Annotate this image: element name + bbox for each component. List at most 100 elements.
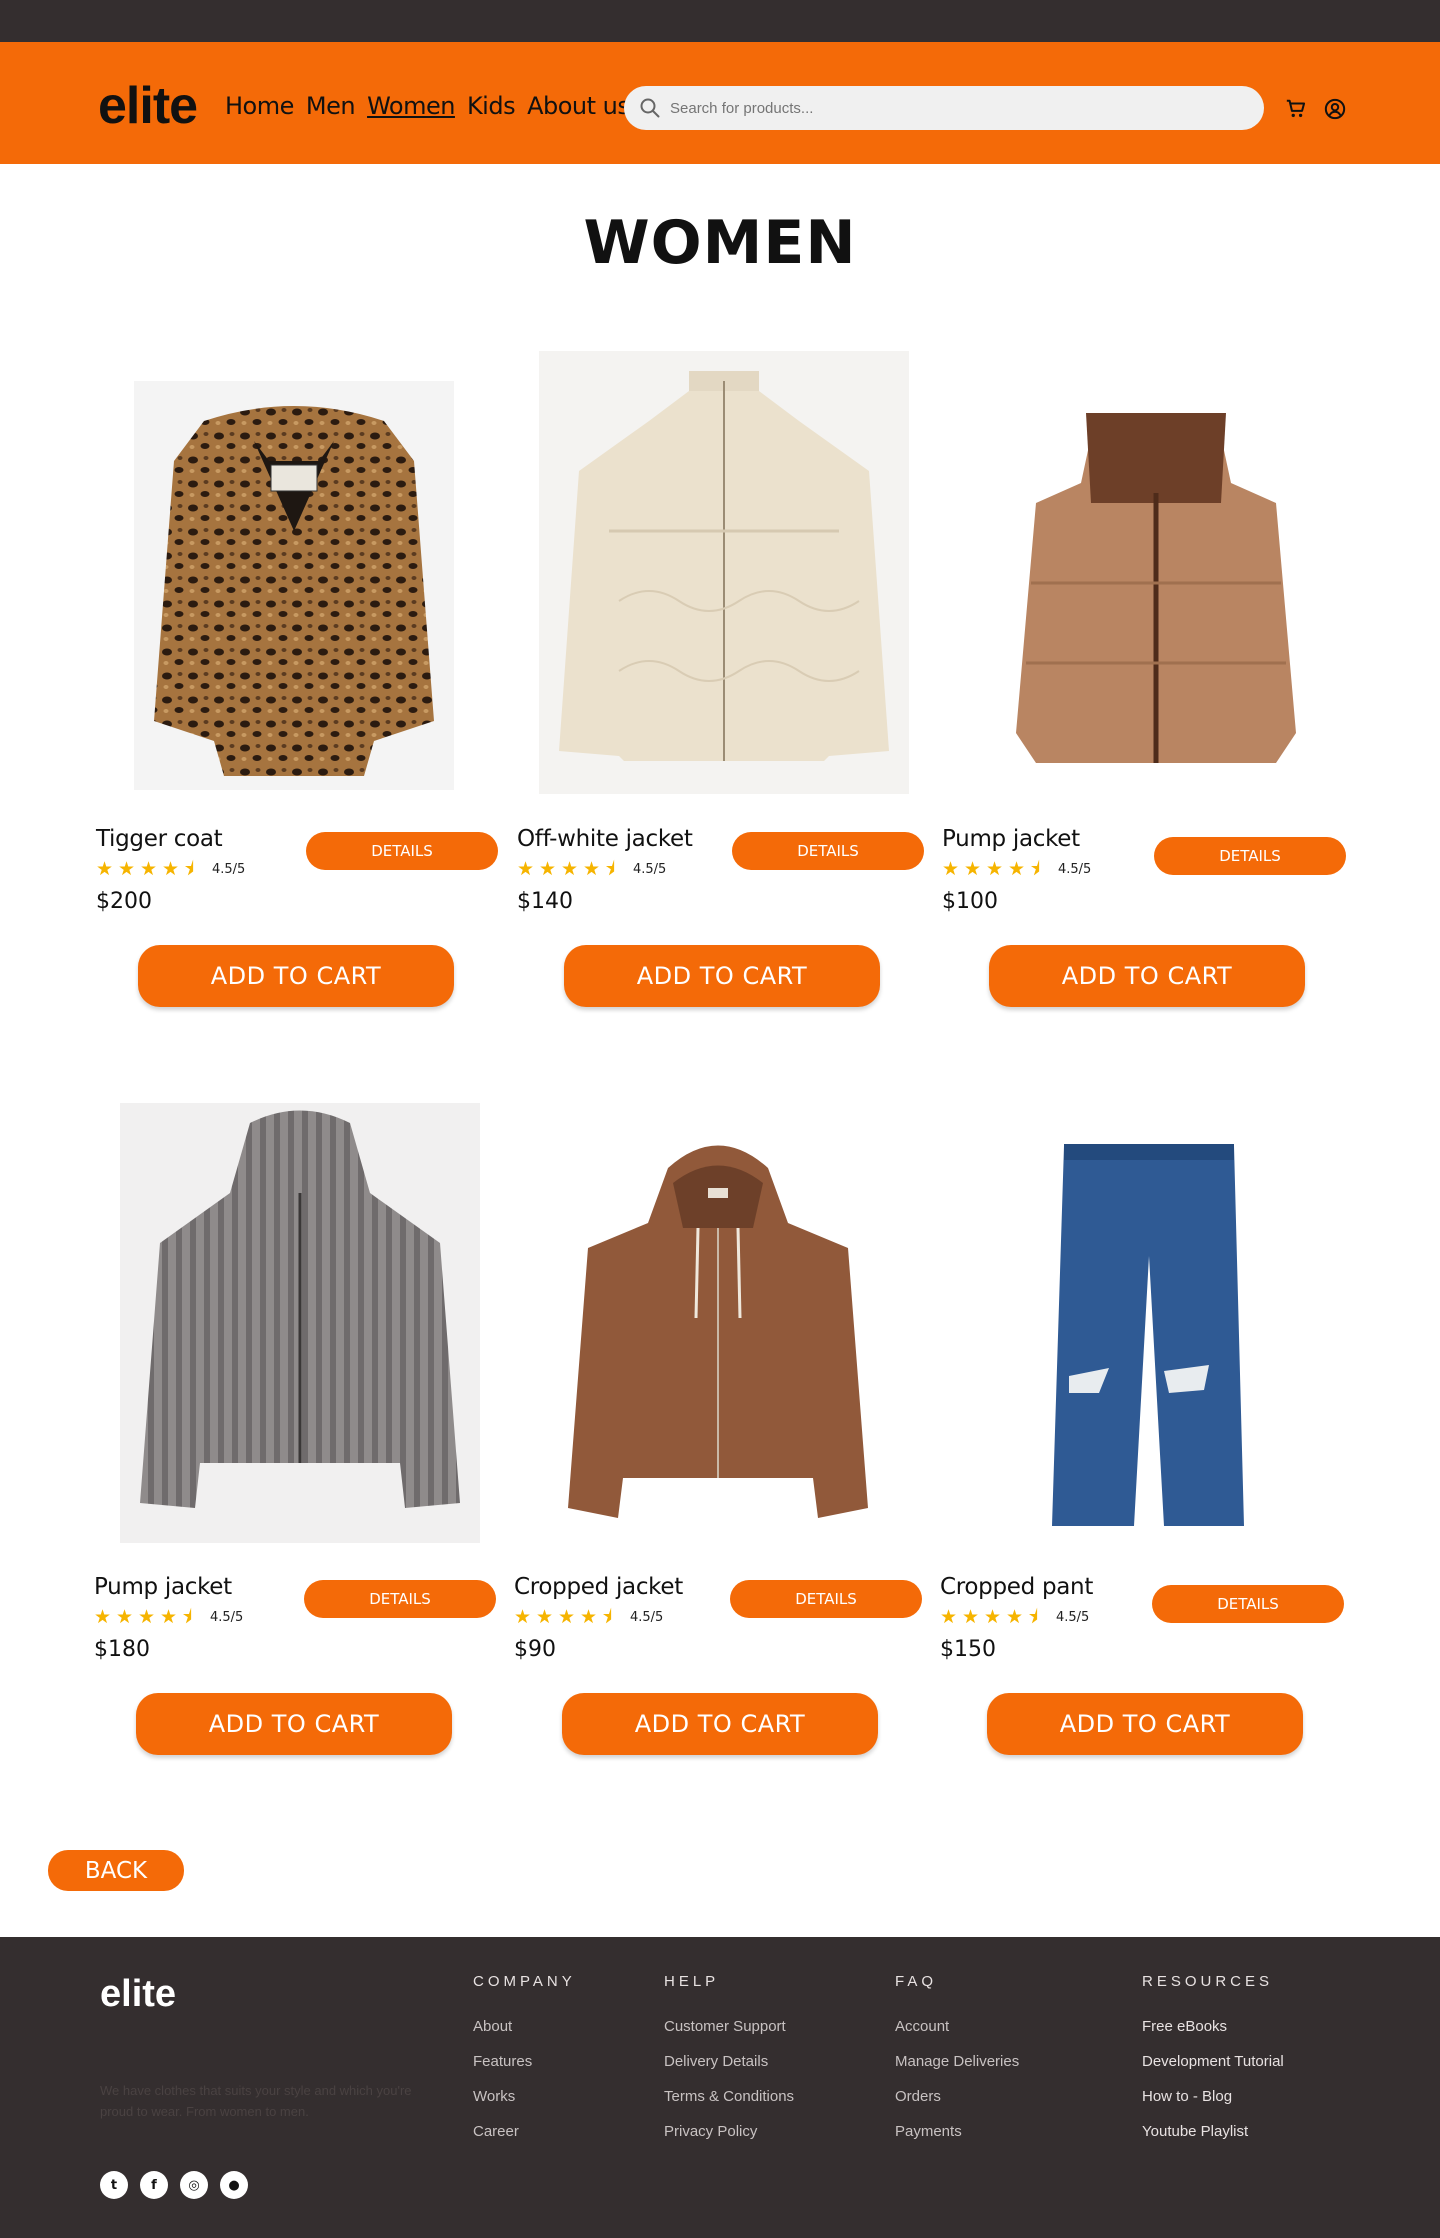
star-icon: ★	[138, 1606, 156, 1628]
instagram-icon[interactable]: ◎	[180, 2171, 208, 2199]
details-button[interactable]: DETAILS	[730, 1580, 922, 1618]
social-links: t f ◎ ●	[100, 2171, 248, 2199]
footer-col-title: RESOURCES	[1142, 1973, 1274, 1990]
star-icon: ★	[140, 858, 158, 880]
star-icon: ★	[558, 1606, 576, 1628]
footer-col-help: HELP Customer Support Delivery Details T…	[664, 1973, 794, 2158]
footer-col-title: COMPANY	[473, 1973, 576, 1990]
footer-link-development-tutorial[interactable]: Development Tutorial	[1142, 2053, 1284, 2070]
star-icon: ★	[1006, 1606, 1024, 1628]
product-image-off-white-jacket[interactable]	[539, 351, 909, 794]
product-name[interactable]: Pump jacket	[94, 1574, 232, 1600]
footer-link-blog[interactable]: How to - Blog	[1142, 2088, 1284, 2105]
cart-icon[interactable]	[1285, 98, 1307, 120]
back-button[interactable]: BACK	[48, 1850, 184, 1891]
github-icon[interactable]: ●	[220, 2171, 248, 2199]
footer-logo[interactable]: elite	[100, 1973, 176, 2016]
footer-col-title: HELP	[664, 1973, 720, 1990]
search-input[interactable]	[670, 99, 1230, 117]
rating-stars: ★ ★ ★ ★ ⯨ 4.5/5	[94, 1606, 244, 1628]
footer-link-orders[interactable]: Orders	[895, 2088, 1019, 2105]
star-icon: ★	[94, 1606, 112, 1628]
nav-about-us[interactable]: About us	[527, 92, 630, 120]
star-icon: ★	[116, 1606, 134, 1628]
nav-women[interactable]: Women	[367, 92, 455, 120]
add-to-cart-button[interactable]: ADD TO CART	[138, 945, 454, 1007]
product-price: $90	[514, 1637, 556, 1662]
add-to-cart-button[interactable]: ADD TO CART	[564, 945, 880, 1007]
half-star-icon: ⯨	[605, 858, 616, 880]
rating-text: 4.5/5	[212, 861, 246, 877]
footer-tagline: We have clothes that suits your style an…	[100, 2083, 412, 2119]
footer-link-about[interactable]: About	[473, 2018, 576, 2035]
footer-link-works[interactable]: Works	[473, 2088, 576, 2105]
star-icon: ★	[96, 858, 114, 880]
footer-link-youtube-playlist[interactable]: Youtube Playlist	[1142, 2123, 1284, 2140]
rating-text: 4.5/5	[630, 1609, 664, 1625]
half-star-icon: ⯨	[182, 1606, 193, 1628]
footer-link-manage-deliveries[interactable]: Manage Deliveries	[895, 2053, 1019, 2070]
product-price: $150	[940, 1637, 996, 1662]
details-button[interactable]: DETAILS	[306, 832, 498, 870]
rating-text: 4.5/5	[210, 1609, 244, 1625]
star-icon: ★	[580, 1606, 598, 1628]
nav-kids[interactable]: Kids	[467, 92, 516, 120]
nav-men[interactable]: Men	[306, 92, 356, 120]
star-icon: ★	[964, 858, 982, 880]
star-icon: ★	[940, 1606, 958, 1628]
product-image-tigger-coat[interactable]	[134, 381, 454, 790]
star-icon: ★	[160, 1606, 178, 1628]
footer-link-terms[interactable]: Terms & Conditions	[664, 2088, 794, 2105]
star-icon: ★	[517, 858, 535, 880]
footer-col-resources: RESOURCES Free eBooks Development Tutori…	[1142, 1973, 1284, 2158]
details-button[interactable]: DETAILS	[304, 1580, 496, 1618]
footer-col-company: COMPANY About Features Works Career	[473, 1973, 576, 2158]
star-icon: ★	[514, 1606, 532, 1628]
search-icon	[640, 98, 660, 118]
footer-link-delivery-details[interactable]: Delivery Details	[664, 2053, 794, 2070]
facebook-icon[interactable]: f	[140, 2171, 168, 2199]
product-image-cropped-jacket[interactable]	[548, 1128, 888, 1543]
product-image-pump-jacket-grey[interactable]	[120, 1103, 480, 1543]
footer-link-career[interactable]: Career	[473, 2123, 576, 2140]
product-image-cropped-pant[interactable]	[1034, 1136, 1264, 1536]
brand-logo[interactable]: elite	[98, 76, 198, 136]
product-name[interactable]: Cropped pant	[940, 1574, 1093, 1600]
site-footer: elite We have clothes that suits your st…	[0, 1937, 1440, 2238]
star-icon: ★	[984, 1606, 1002, 1628]
add-to-cart-button[interactable]: ADD TO CART	[987, 1693, 1303, 1755]
star-icon: ★	[561, 858, 579, 880]
add-to-cart-button[interactable]: ADD TO CART	[562, 1693, 878, 1755]
footer-link-privacy[interactable]: Privacy Policy	[664, 2123, 794, 2140]
details-button[interactable]: DETAILS	[732, 832, 924, 870]
star-icon: ★	[539, 858, 557, 880]
product-name[interactable]: Tigger coat	[96, 826, 223, 852]
details-button[interactable]: DETAILS	[1152, 1585, 1344, 1623]
add-to-cart-button[interactable]: ADD TO CART	[136, 1693, 452, 1755]
footer-link-account[interactable]: Account	[895, 2018, 1019, 2035]
product-price: $180	[94, 1637, 150, 1662]
star-icon: ★	[583, 858, 601, 880]
product-price: $100	[942, 889, 998, 914]
user-account-icon[interactable]	[1324, 98, 1346, 120]
star-icon: ★	[118, 858, 136, 880]
nav-home[interactable]: Home	[225, 92, 294, 120]
footer-link-free-ebooks[interactable]: Free eBooks	[1142, 2018, 1284, 2035]
half-star-icon: ⯨	[602, 1606, 613, 1628]
footer-link-payments[interactable]: Payments	[895, 2123, 1019, 2140]
rating-stars: ★ ★ ★ ★ ⯨ 4.5/5	[514, 1606, 664, 1628]
add-to-cart-button[interactable]: ADD TO CART	[989, 945, 1305, 1007]
star-icon: ★	[942, 858, 960, 880]
footer-link-features[interactable]: Features	[473, 2053, 576, 2070]
page-title: WOMEN	[583, 208, 857, 278]
footer-link-customer-support[interactable]: Customer Support	[664, 2018, 794, 2035]
product-name[interactable]: Pump jacket	[942, 826, 1080, 852]
product-image-pump-jacket[interactable]	[976, 393, 1336, 793]
product-name[interactable]: Off-white jacket	[517, 826, 693, 852]
details-button[interactable]: DETAILS	[1154, 837, 1346, 875]
star-icon: ★	[986, 858, 1004, 880]
twitter-icon[interactable]: t	[100, 2171, 128, 2199]
product-name[interactable]: Cropped jacket	[514, 1574, 683, 1600]
rating-text: 4.5/5	[1056, 1609, 1090, 1625]
rating-stars: ★ ★ ★ ★ ⯨ 4.5/5	[96, 858, 246, 880]
